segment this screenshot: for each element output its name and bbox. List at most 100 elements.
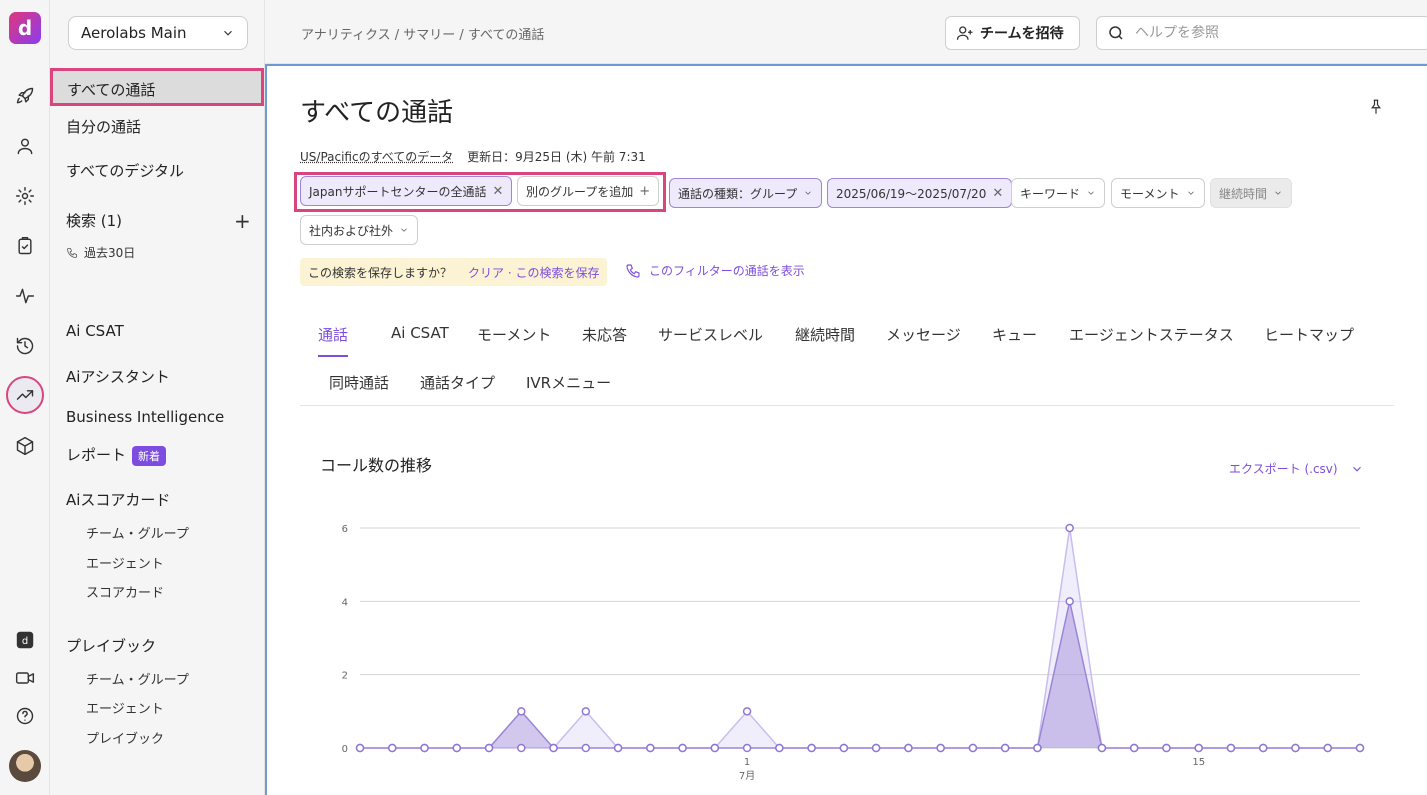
- sidebar-item-all-digital[interactable]: すべてのデジタル: [66, 160, 184, 181]
- tab-concurrent[interactable]: 同時通話: [329, 372, 389, 403]
- phone-icon: [67, 247, 77, 258]
- video-icon[interactable]: [13, 666, 37, 690]
- x-tick-label: 15: [1192, 757, 1205, 768]
- sidebar: Aerolabs Main すべての通話 自分の通話 すべてのデジタル 検索 (…: [50, 0, 265, 795]
- close-icon[interactable]: ✕: [992, 186, 1003, 201]
- y-tick-label: 6: [342, 524, 348, 535]
- data-point: [871, 743, 881, 753]
- sidebar-item-search[interactable]: 検索 (1): [66, 210, 122, 231]
- saved-search-item[interactable]: 過去30日: [66, 244, 135, 261]
- filter-chip-duration[interactable]: 継続時間: [1210, 178, 1293, 208]
- add-group-label: 別のグループを追加: [526, 184, 634, 199]
- sidebar-item-scorecard[interactable]: Aiスコアカード: [66, 489, 170, 510]
- filter-internal-label: 社内および社外: [309, 223, 394, 238]
- scorecard-sub-scorecard[interactable]: スコアカード: [86, 582, 164, 601]
- help-icon[interactable]: [13, 704, 37, 728]
- filter-chip-keyword[interactable]: キーワード: [1011, 178, 1106, 208]
- data-point: [1162, 743, 1171, 753]
- tab-call-type[interactable]: 通話タイプ: [420, 372, 495, 403]
- data-point: [742, 707, 752, 716]
- scorecard-sub-team[interactable]: チーム・グループ: [86, 523, 189, 542]
- data-point: [517, 743, 526, 753]
- close-icon[interactable]: ✕: [492, 184, 503, 199]
- breadcrumb[interactable]: アナリティクス / サマリー / すべての通話: [301, 24, 544, 43]
- data-point: [388, 743, 397, 753]
- data-point: [1129, 743, 1139, 753]
- series-line: [360, 527, 1360, 749]
- tab-ivr[interactable]: IVRメニュー: [526, 372, 611, 403]
- export-csv-button[interactable]: エクスポート (.csv): [1229, 460, 1364, 477]
- add-user-icon: [956, 26, 973, 40]
- sidebar-item-my-calls[interactable]: 自分の通話: [66, 116, 141, 137]
- playbook-sub-agent[interactable]: エージェント: [86, 698, 164, 717]
- data-point: [355, 743, 365, 753]
- chevron-down-icon: [224, 30, 232, 36]
- filter-chip-call-type[interactable]: 通話の種類：グループ: [669, 178, 823, 208]
- y-tick-label: 4: [342, 597, 348, 608]
- sidebar-item-ai-csat[interactable]: Ai CSAT: [66, 322, 124, 340]
- phone-icon: [626, 263, 640, 278]
- activity-icon[interactable]: [13, 284, 37, 308]
- cube-icon[interactable]: [13, 434, 37, 458]
- tab-moment[interactable]: モーメント: [477, 324, 551, 355]
- trending-icon[interactable]: [6, 376, 44, 414]
- show-calls-link[interactable]: このフィルターの通話を表示: [625, 262, 805, 279]
- sidebar-item-ai-assistant[interactable]: Aiアシスタント: [66, 366, 170, 387]
- filter-chip-date[interactable]: 2025/06/19〜2025/07/20 ✕: [827, 178, 1013, 208]
- chevron-down-icon: [1187, 191, 1194, 195]
- filter-chip-group[interactable]: Japanサポートセンターの全通話 ✕: [300, 176, 513, 206]
- tab-missed[interactable]: 未応答: [582, 324, 627, 355]
- app-logo[interactable]: d: [9, 12, 41, 44]
- playbook-sub-team[interactable]: チーム・グループ: [86, 669, 189, 688]
- playbook-sub-playbook[interactable]: プレイブック: [86, 728, 164, 747]
- tab-service-level[interactable]: サービスレベル: [658, 324, 763, 355]
- data-point: [452, 743, 462, 753]
- clipboard-icon[interactable]: [13, 234, 37, 258]
- tab-agent-status[interactable]: エージェントステータス: [1069, 324, 1234, 355]
- x-tick-sublabel: 7月: [739, 770, 755, 782]
- history-icon[interactable]: [13, 334, 37, 358]
- chevron-down-icon: [1275, 191, 1281, 195]
- data-point: [775, 743, 784, 753]
- tab-messages[interactable]: メッセージ: [886, 324, 961, 355]
- help-search[interactable]: [1096, 16, 1427, 50]
- gear-icon[interactable]: [13, 184, 37, 208]
- rocket-icon[interactable]: [13, 84, 37, 108]
- add-search-button[interactable]: +: [234, 209, 251, 233]
- tab-duration[interactable]: 継続時間: [795, 324, 855, 355]
- top-bar: アナリティクス / サマリー / すべての通話 チームを招待: [265, 0, 1427, 64]
- add-group-button[interactable]: 別のグループを追加 +: [517, 176, 660, 206]
- filter-moment-label: モーメント: [1120, 186, 1180, 201]
- data-meta: US/Pacificのすべてのデータ 更新日：9月25日 (木) 午前 7:31: [300, 148, 646, 165]
- save-search-links[interactable]: クリア · この検索を保存: [468, 264, 599, 281]
- plus-icon: +: [639, 183, 651, 199]
- data-point: [517, 707, 526, 716]
- person-icon[interactable]: [13, 134, 37, 158]
- page-title: すべての通話: [300, 98, 454, 128]
- timezone-link[interactable]: US/Pacificのすべてのデータ: [300, 150, 453, 164]
- tab-calls[interactable]: 通話: [318, 324, 349, 357]
- analytics-tabs: 通話 Ai CSAT モーメント 未応答 サービスレベル 継続時間 メッセージ …: [300, 314, 1394, 406]
- sidebar-item-bi[interactable]: Business Intelligence: [66, 408, 224, 426]
- tab-queue[interactable]: キュー: [992, 324, 1037, 355]
- tab-ai-csat[interactable]: Ai CSAT: [391, 324, 449, 352]
- workspace-selector[interactable]: Aerolabs Main: [68, 16, 248, 50]
- filter-chip-internal[interactable]: 社内および社外: [300, 215, 419, 245]
- help-search-input[interactable]: [1135, 25, 1405, 41]
- sidebar-item-reports[interactable]: レポート 新着: [66, 444, 167, 466]
- x-tick-label: 1: [744, 757, 750, 768]
- data-point: [1355, 743, 1365, 753]
- dialpad-icon[interactable]: d: [13, 628, 37, 652]
- sidebar-item-all-calls[interactable]: すべての通話: [50, 68, 264, 106]
- avatar[interactable]: [9, 750, 41, 782]
- filter-chip-moment[interactable]: モーメント: [1111, 178, 1205, 208]
- export-label: エクスポート (.csv): [1229, 462, 1338, 476]
- sidebar-item-playbook[interactable]: プレイブック: [66, 635, 156, 656]
- saved-search-label: 過去30日: [84, 246, 136, 260]
- invite-team-button[interactable]: チームを招待: [945, 16, 1080, 50]
- call-volume-chart: 0 2 4 6 1 7月 15: [342, 523, 1365, 782]
- tab-heatmap[interactable]: ヒートマップ: [1264, 324, 1354, 355]
- scorecard-sub-agent[interactable]: エージェント: [86, 553, 164, 572]
- data-point: [1323, 743, 1332, 753]
- pin-icon[interactable]: [1367, 98, 1385, 120]
